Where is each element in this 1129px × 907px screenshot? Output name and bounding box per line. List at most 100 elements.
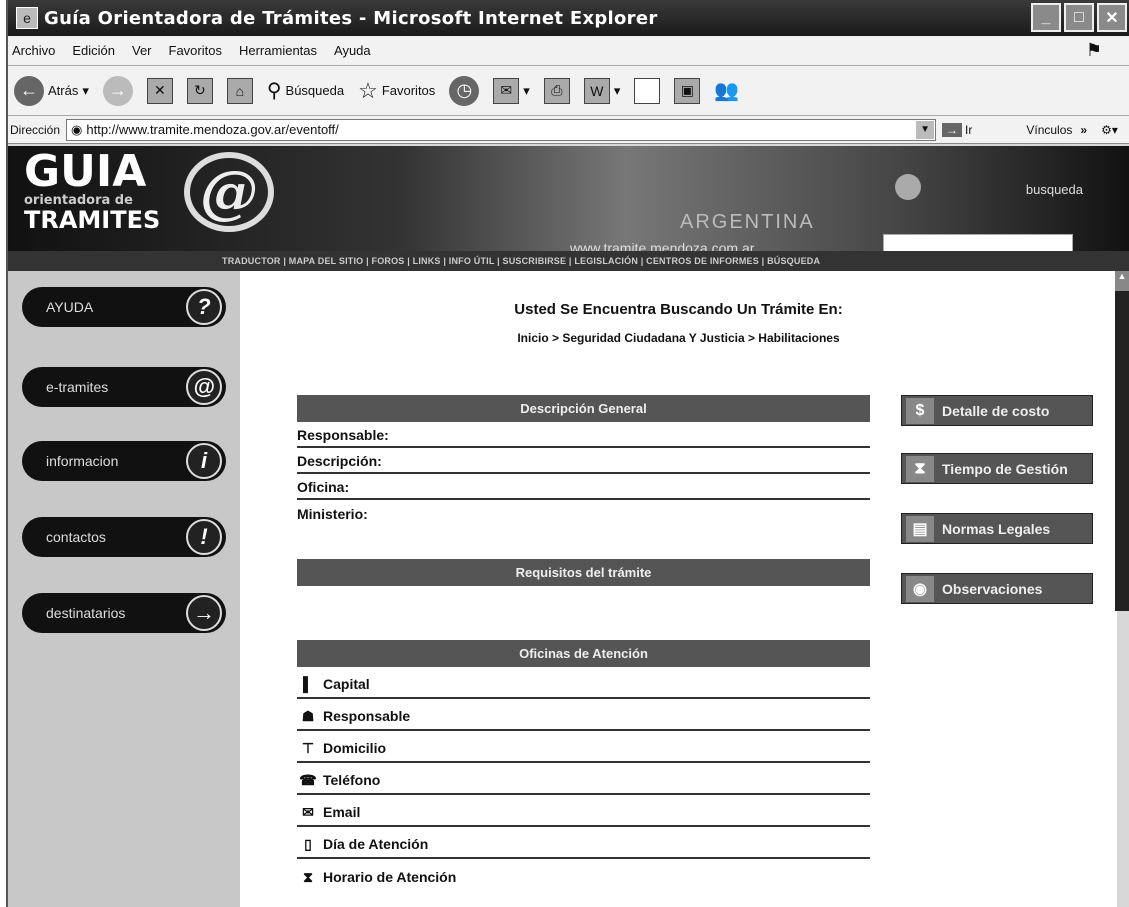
site-banner: GUIA orientadora de TRAMITES @ ARGENTINA… bbox=[8, 146, 1129, 256]
breadcrumb[interactable]: Inicio > Seguridad Ciudadana Y Justicia … bbox=[240, 331, 1117, 345]
tiempo-gestion-button[interactable]: ⧗ Tiempo de Gestión bbox=[901, 453, 1093, 484]
oficina-row-horario: ⧗ Horario de Atención bbox=[297, 863, 870, 891]
messenger-icon: 👥 bbox=[714, 80, 740, 102]
document-icon: ▤ bbox=[906, 515, 934, 542]
magnifier-icon bbox=[895, 174, 921, 200]
general-section-header: Descripción General bbox=[297, 395, 870, 422]
star-icon: ☆ bbox=[358, 77, 378, 103]
calendar-icon: ▯ bbox=[304, 835, 312, 852]
home-icon: ⌂ bbox=[226, 77, 253, 104]
search-label: busqueda bbox=[1025, 182, 1083, 197]
phone-icon: ☎ bbox=[299, 771, 317, 788]
address-url: http://www.tramite.mendoza.gov.ar/evento… bbox=[86, 122, 339, 137]
address-label: Dirección bbox=[10, 122, 61, 137]
favorites-button[interactable]: ☆ Favoritos bbox=[358, 78, 435, 104]
vertical-scrollbar[interactable]: ▲ bbox=[1115, 271, 1129, 611]
search-icon: ⚲ bbox=[266, 80, 282, 102]
home-button[interactable]: ⌂ bbox=[226, 77, 253, 104]
refresh-button[interactable]: ↻ bbox=[186, 77, 213, 104]
site-nav-links[interactable]: TRADUCTOR | MAPA DEL SITIO | FOROS | LIN… bbox=[8, 251, 1129, 271]
oficina-row-dia: ▯ Día de Atención bbox=[297, 831, 870, 859]
refresh-icon: ↻ bbox=[186, 77, 213, 104]
title-bar: e Guía Orientadora de Trámites - Microso… bbox=[8, 0, 1129, 36]
mail-icon: ✉ bbox=[493, 77, 520, 104]
page-icon: ◉ bbox=[71, 121, 83, 137]
sidebar-item-contactos[interactable]: contactos ! bbox=[22, 517, 226, 557]
toolbar: ← Atrás ▾ → ✕ ↻ ⌂ ⚲ Búsqueda ☆ Favoritos … bbox=[8, 66, 1129, 116]
general-row: Ministerio: bbox=[297, 506, 368, 522]
search-button[interactable]: ⚲ Búsqueda bbox=[267, 78, 344, 103]
chevron-right-icon[interactable]: » bbox=[1080, 123, 1087, 137]
general-row: Descripción: bbox=[297, 450, 870, 474]
sidebar-item-ayuda[interactable]: AYUDA ? bbox=[22, 287, 226, 327]
exclamation-icon: ! bbox=[186, 519, 222, 555]
edit-button[interactable]: W ▾ bbox=[583, 77, 620, 104]
eye-icon: ◉ bbox=[906, 575, 934, 602]
address-dropdown-icon[interactable]: ▼ bbox=[916, 120, 935, 139]
main-content: Usted Se Encuentra Buscando Un Trámite E… bbox=[240, 271, 1117, 907]
word-icon: W bbox=[583, 77, 610, 104]
stop-button[interactable]: ✕ bbox=[146, 77, 173, 104]
links-label[interactable]: Vínculos bbox=[1026, 123, 1072, 137]
person-icon: ☗ bbox=[301, 707, 315, 724]
oficina-row-telefono: ☎ Teléfono bbox=[297, 767, 870, 795]
forward-arrow-icon: → bbox=[102, 75, 133, 106]
general-row: Responsable: bbox=[297, 424, 870, 448]
close-button[interactable]: ✕ bbox=[1097, 3, 1127, 32]
menu-ayuda[interactable]: Ayuda bbox=[334, 43, 371, 58]
print-button[interactable]: ⎙ bbox=[543, 77, 570, 104]
hourglass-icon: ⧗ bbox=[303, 868, 313, 885]
scroll-up-icon[interactable]: ▲ bbox=[1115, 271, 1129, 291]
menu-favoritos[interactable]: Favoritos bbox=[169, 43, 222, 58]
print-icon: ⎙ bbox=[543, 77, 570, 104]
oficina-row-email: ✉ Email bbox=[297, 799, 870, 827]
minimize-button[interactable]: _ bbox=[1031, 3, 1061, 32]
tools-icon[interactable]: ⚙▾ bbox=[1101, 123, 1118, 137]
window-title: Guía Orientadora de Trámites - Microsoft… bbox=[44, 7, 658, 29]
dollar-icon: $ bbox=[906, 397, 934, 424]
research-button[interactable]: ▣ bbox=[674, 77, 701, 104]
normas-legales-button[interactable]: ▤ Normas Legales bbox=[901, 513, 1093, 544]
signpost-icon: ⊤ bbox=[301, 739, 315, 756]
sidebar-item-destinatarios[interactable]: destinatarios → bbox=[22, 593, 226, 633]
address-input[interactable]: ◉ http://www.tramite.mendoza.gov.ar/even… bbox=[66, 118, 937, 141]
banner-country: ARGENTINA bbox=[680, 211, 815, 233]
sidebar-item-etramites[interactable]: e-tramites @ bbox=[22, 367, 226, 407]
discuss-icon bbox=[634, 77, 661, 104]
go-button[interactable]: → Ir bbox=[942, 122, 972, 137]
back-button[interactable]: ← Atrás ▾ bbox=[14, 75, 89, 106]
menu-bar: Archivo Edición Ver Favoritos Herramient… bbox=[8, 36, 1129, 66]
envelope-icon: ✉ bbox=[302, 803, 314, 820]
arrow-right-icon: → bbox=[186, 595, 222, 631]
building-icon: ▌ bbox=[303, 676, 313, 692]
hourglass-icon: ⧗ bbox=[906, 455, 934, 482]
menu-herramientas[interactable]: Herramientas bbox=[239, 43, 317, 58]
maximize-button[interactable]: □ bbox=[1064, 3, 1094, 32]
requisitos-section-header: Requisitos del trámite bbox=[297, 559, 870, 586]
mail-button[interactable]: ✉ ▾ bbox=[493, 77, 530, 104]
detalle-costo-button[interactable]: $ Detalle de costo bbox=[901, 395, 1093, 426]
site-search-input[interactable] bbox=[883, 234, 1073, 252]
menu-archivo[interactable]: Archivo bbox=[12, 43, 55, 58]
menu-ver[interactable]: Ver bbox=[132, 43, 152, 58]
at-sign-icon: @ bbox=[184, 152, 274, 232]
stop-icon: ✕ bbox=[146, 77, 173, 104]
menu-edicion[interactable]: Edición bbox=[72, 43, 115, 58]
question-icon: ? bbox=[186, 289, 222, 325]
oficina-row-capital: ▌ Capital bbox=[297, 671, 870, 699]
sidebar: AYUDA ? e-tramites @ informacion i conta… bbox=[8, 271, 240, 907]
address-bar: Dirección ◉ http://www.tramite.mendoza.g… bbox=[8, 116, 1129, 144]
site-logo[interactable]: GUIA orientadora de TRAMITES bbox=[24, 150, 160, 233]
general-row: Oficina: bbox=[297, 476, 870, 500]
history-button[interactable]: ◷ bbox=[449, 75, 480, 106]
observaciones-button[interactable]: ◉ Observaciones bbox=[901, 573, 1093, 604]
windows-flag-icon: ⚑ bbox=[1085, 40, 1102, 60]
discuss-button[interactable] bbox=[634, 77, 661, 104]
forward-button[interactable]: → bbox=[102, 75, 133, 106]
messenger-button[interactable]: 👥 bbox=[714, 78, 739, 103]
info-icon: i bbox=[186, 443, 222, 479]
sidebar-item-informacion[interactable]: informacion i bbox=[22, 441, 226, 481]
at-icon: @ bbox=[186, 369, 222, 405]
research-icon: ▣ bbox=[674, 77, 701, 104]
back-arrow-icon: ← bbox=[14, 75, 44, 106]
